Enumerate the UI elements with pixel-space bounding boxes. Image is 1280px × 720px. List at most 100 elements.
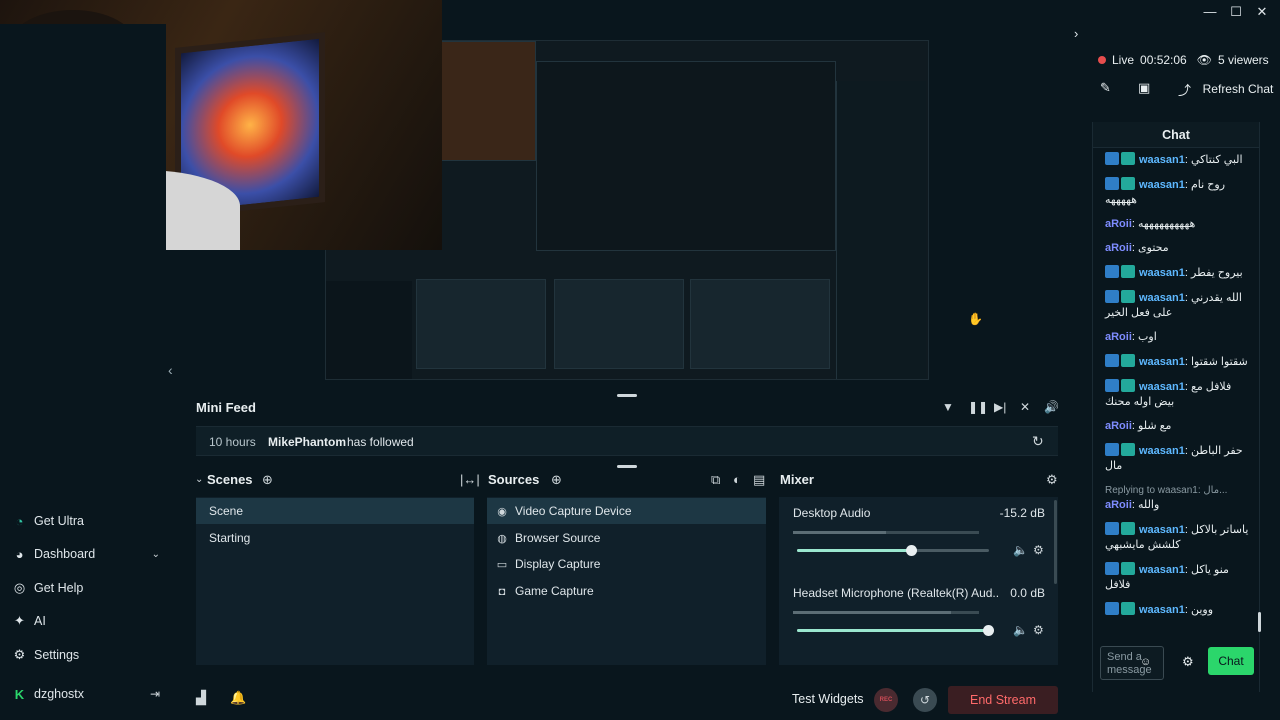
chat-username[interactable]: waasan1 xyxy=(1139,381,1185,393)
close-button[interactable]: ✕ xyxy=(1250,2,1274,22)
volume-slider[interactable] xyxy=(797,545,989,556)
chat-message: aRoii: ههههههههههه xyxy=(1105,217,1253,232)
scene-item[interactable]: Starting xyxy=(196,525,474,551)
minifeed-resize-handle[interactable] xyxy=(617,394,637,397)
source-item[interactable]: ◍ Browser Source xyxy=(487,525,766,551)
scene-transition-icon[interactable]: |↔| xyxy=(460,472,480,487)
add-folder-icon[interactable]: ▤ xyxy=(753,472,765,488)
sidebar-item-get-ultra[interactable]: ◔ Get Ultra xyxy=(12,509,160,533)
volume-slider-knob[interactable] xyxy=(906,545,918,556)
chat-username[interactable]: waasan1 xyxy=(1139,445,1185,457)
minifeed-toolbar: ▼ ❚❚ ▶| ✕ 🔊 xyxy=(942,400,1062,418)
moderator-badge-icon xyxy=(1105,152,1119,165)
chat-username[interactable]: waasan1 xyxy=(1139,604,1185,616)
sparkle-icon: ✦ xyxy=(14,613,25,628)
hide-source-icon[interactable]: ◐ xyxy=(733,472,741,487)
replay-buffer-button[interactable]: ↺ xyxy=(913,688,937,712)
chat-settings-gear-icon[interactable]: ⚙ xyxy=(1182,654,1194,670)
chat-message-input[interactable]: Send a message xyxy=(1100,646,1164,680)
live-status: Live 00:52:06 👁 5 viewers xyxy=(1098,53,1269,67)
channel-gear-icon[interactable]: ⚙ xyxy=(1033,623,1044,637)
mixer-channel-name: Desktop Audio xyxy=(793,506,871,520)
collapse-left-arrow-icon[interactable]: ‹ xyxy=(168,362,173,378)
sidebar-item-ai[interactable]: ✦ AI xyxy=(12,609,160,633)
mixer-settings-gear-icon[interactable]: ⚙ xyxy=(1046,472,1058,488)
sidebar-item-label: Settings xyxy=(34,648,80,662)
pencil-icon[interactable]: ✎ xyxy=(1100,80,1111,96)
minimize-button[interactable]: — xyxy=(1198,2,1222,22)
replay-alert-icon[interactable]: ↻ xyxy=(1032,433,1044,450)
emoji-icon[interactable]: ☺ xyxy=(1140,656,1151,668)
volume-icon[interactable]: 🔊 xyxy=(1044,400,1059,414)
chat-scrollbar[interactable] xyxy=(1258,612,1261,632)
chat-text: بيروح يفطر xyxy=(1191,267,1243,279)
chat-message: waasan1: روح نام هههههه xyxy=(1105,177,1253,208)
add-source-icon[interactable]: ⊕ xyxy=(551,472,562,488)
sources-list: ◉ Video Capture Device ◍ Browser Source ▭ D… xyxy=(487,497,766,665)
add-scene-icon[interactable]: ⊕ xyxy=(262,472,273,488)
chat-username[interactable]: waasan1 xyxy=(1139,564,1185,576)
scenes-collapse-chevron-icon[interactable]: ⌄ xyxy=(195,474,203,485)
channel-gear-icon[interactable]: ⚙ xyxy=(1033,543,1044,557)
logout-icon[interactable]: ⇥ xyxy=(150,687,160,701)
sub-badge-icon xyxy=(1121,290,1135,303)
chat-message: waasan1: البي كنتاكي xyxy=(1105,152,1253,168)
chevron-down-icon[interactable]: ⌄ xyxy=(152,549,160,560)
minifeed-event-row[interactable]: 10 hours MikePhantom has followed ↻ xyxy=(196,426,1058,456)
chat-username[interactable]: aRoii xyxy=(1105,242,1132,254)
minifeed-title: Mini Feed xyxy=(196,400,256,415)
skip-icon[interactable]: ▶| xyxy=(994,400,1006,414)
chat-username[interactable]: waasan1 xyxy=(1139,356,1185,368)
chat-username[interactable]: aRoii xyxy=(1105,218,1132,230)
sidebar-item-get-help[interactable]: ◎ Get Help xyxy=(12,576,160,600)
performance-stats-icon[interactable]: ▟ xyxy=(196,690,206,706)
chat-username[interactable]: waasan1 xyxy=(1139,179,1185,191)
chat-username[interactable]: waasan1 xyxy=(1139,267,1185,279)
source-item[interactable]: ◘ Game Capture xyxy=(487,578,766,604)
speaker-icon[interactable]: 🔈 xyxy=(1013,623,1028,637)
chat-username[interactable]: waasan1 xyxy=(1139,292,1185,304)
chat-message: waasan1: شقتوا شقتوا xyxy=(1105,354,1253,370)
refresh-chat-button[interactable]: Refresh Chat xyxy=(1200,80,1276,98)
mute-alerts-icon[interactable]: ✕ xyxy=(1020,400,1030,414)
preview-inner-sources xyxy=(554,279,684,369)
chat-username[interactable]: waasan1 xyxy=(1139,154,1185,166)
scene-item[interactable]: Scene xyxy=(196,498,474,524)
sidebar-item-dashboard[interactable]: ◕ Dashboard ⌄ xyxy=(12,542,160,566)
chat-username[interactable]: aRoii xyxy=(1105,420,1132,432)
source-item[interactable]: ▭ Display Capture xyxy=(487,551,766,577)
pause-icon[interactable]: ❚❚ xyxy=(968,400,988,414)
record-button[interactable]: REC xyxy=(874,688,898,712)
volume-slider[interactable] xyxy=(797,625,994,636)
account-name: dzghostx xyxy=(34,687,85,701)
speaker-icon[interactable]: 🔈 xyxy=(1013,543,1028,557)
send-chat-button[interactable]: Chat xyxy=(1208,647,1254,675)
volume-slider-knob[interactable] xyxy=(983,625,994,636)
source-item[interactable]: ◉ Video Capture Device xyxy=(487,498,766,524)
chat-message-list[interactable]: waasan1: البي كنتاكي waasan1: روح نام ههه… xyxy=(1093,152,1259,636)
filter-icon[interactable]: ▼ xyxy=(942,400,954,414)
camera-icon: ◉ xyxy=(497,506,507,518)
sub-badge-icon xyxy=(1121,602,1135,615)
sub-badge-icon xyxy=(1121,152,1135,165)
chat-username[interactable]: aRoii xyxy=(1105,331,1132,343)
sidebar-account[interactable]: K dzghostx ⇥ xyxy=(12,682,160,706)
maximize-button[interactable]: ☐ xyxy=(1224,2,1248,22)
chat-username[interactable]: waasan1 xyxy=(1139,524,1185,536)
chat-message: waasan1: ياساتر بالاكل كلشش مايشبهي xyxy=(1105,522,1253,553)
test-widgets-button[interactable]: Test Widgets xyxy=(792,692,864,706)
moderator-badge-icon xyxy=(1105,522,1119,535)
share-icon[interactable]: ⤴ xyxy=(1178,80,1191,99)
chat-toolbar: ✎ ▣ ⤴ Refresh Chat xyxy=(1096,80,1276,116)
dock-resize-handle[interactable] xyxy=(617,465,637,468)
popout-icon[interactable]: ▣ xyxy=(1138,80,1150,96)
notifications-bell-icon[interactable]: 🔔 xyxy=(230,690,246,706)
chat-username[interactable]: aRoii xyxy=(1105,499,1132,511)
expand-chat-arrow-icon[interactable]: › xyxy=(1074,26,1078,41)
mixer-scrollbar[interactable] xyxy=(1054,500,1057,584)
sidebar-item-settings[interactable]: ⚙ Settings xyxy=(12,643,160,667)
end-stream-button[interactable]: End Stream xyxy=(948,686,1058,714)
chat-colon: : xyxy=(1184,564,1188,576)
source-group-icon[interactable]: ⧉ xyxy=(711,472,720,488)
preview-inner-scenes xyxy=(416,279,546,369)
